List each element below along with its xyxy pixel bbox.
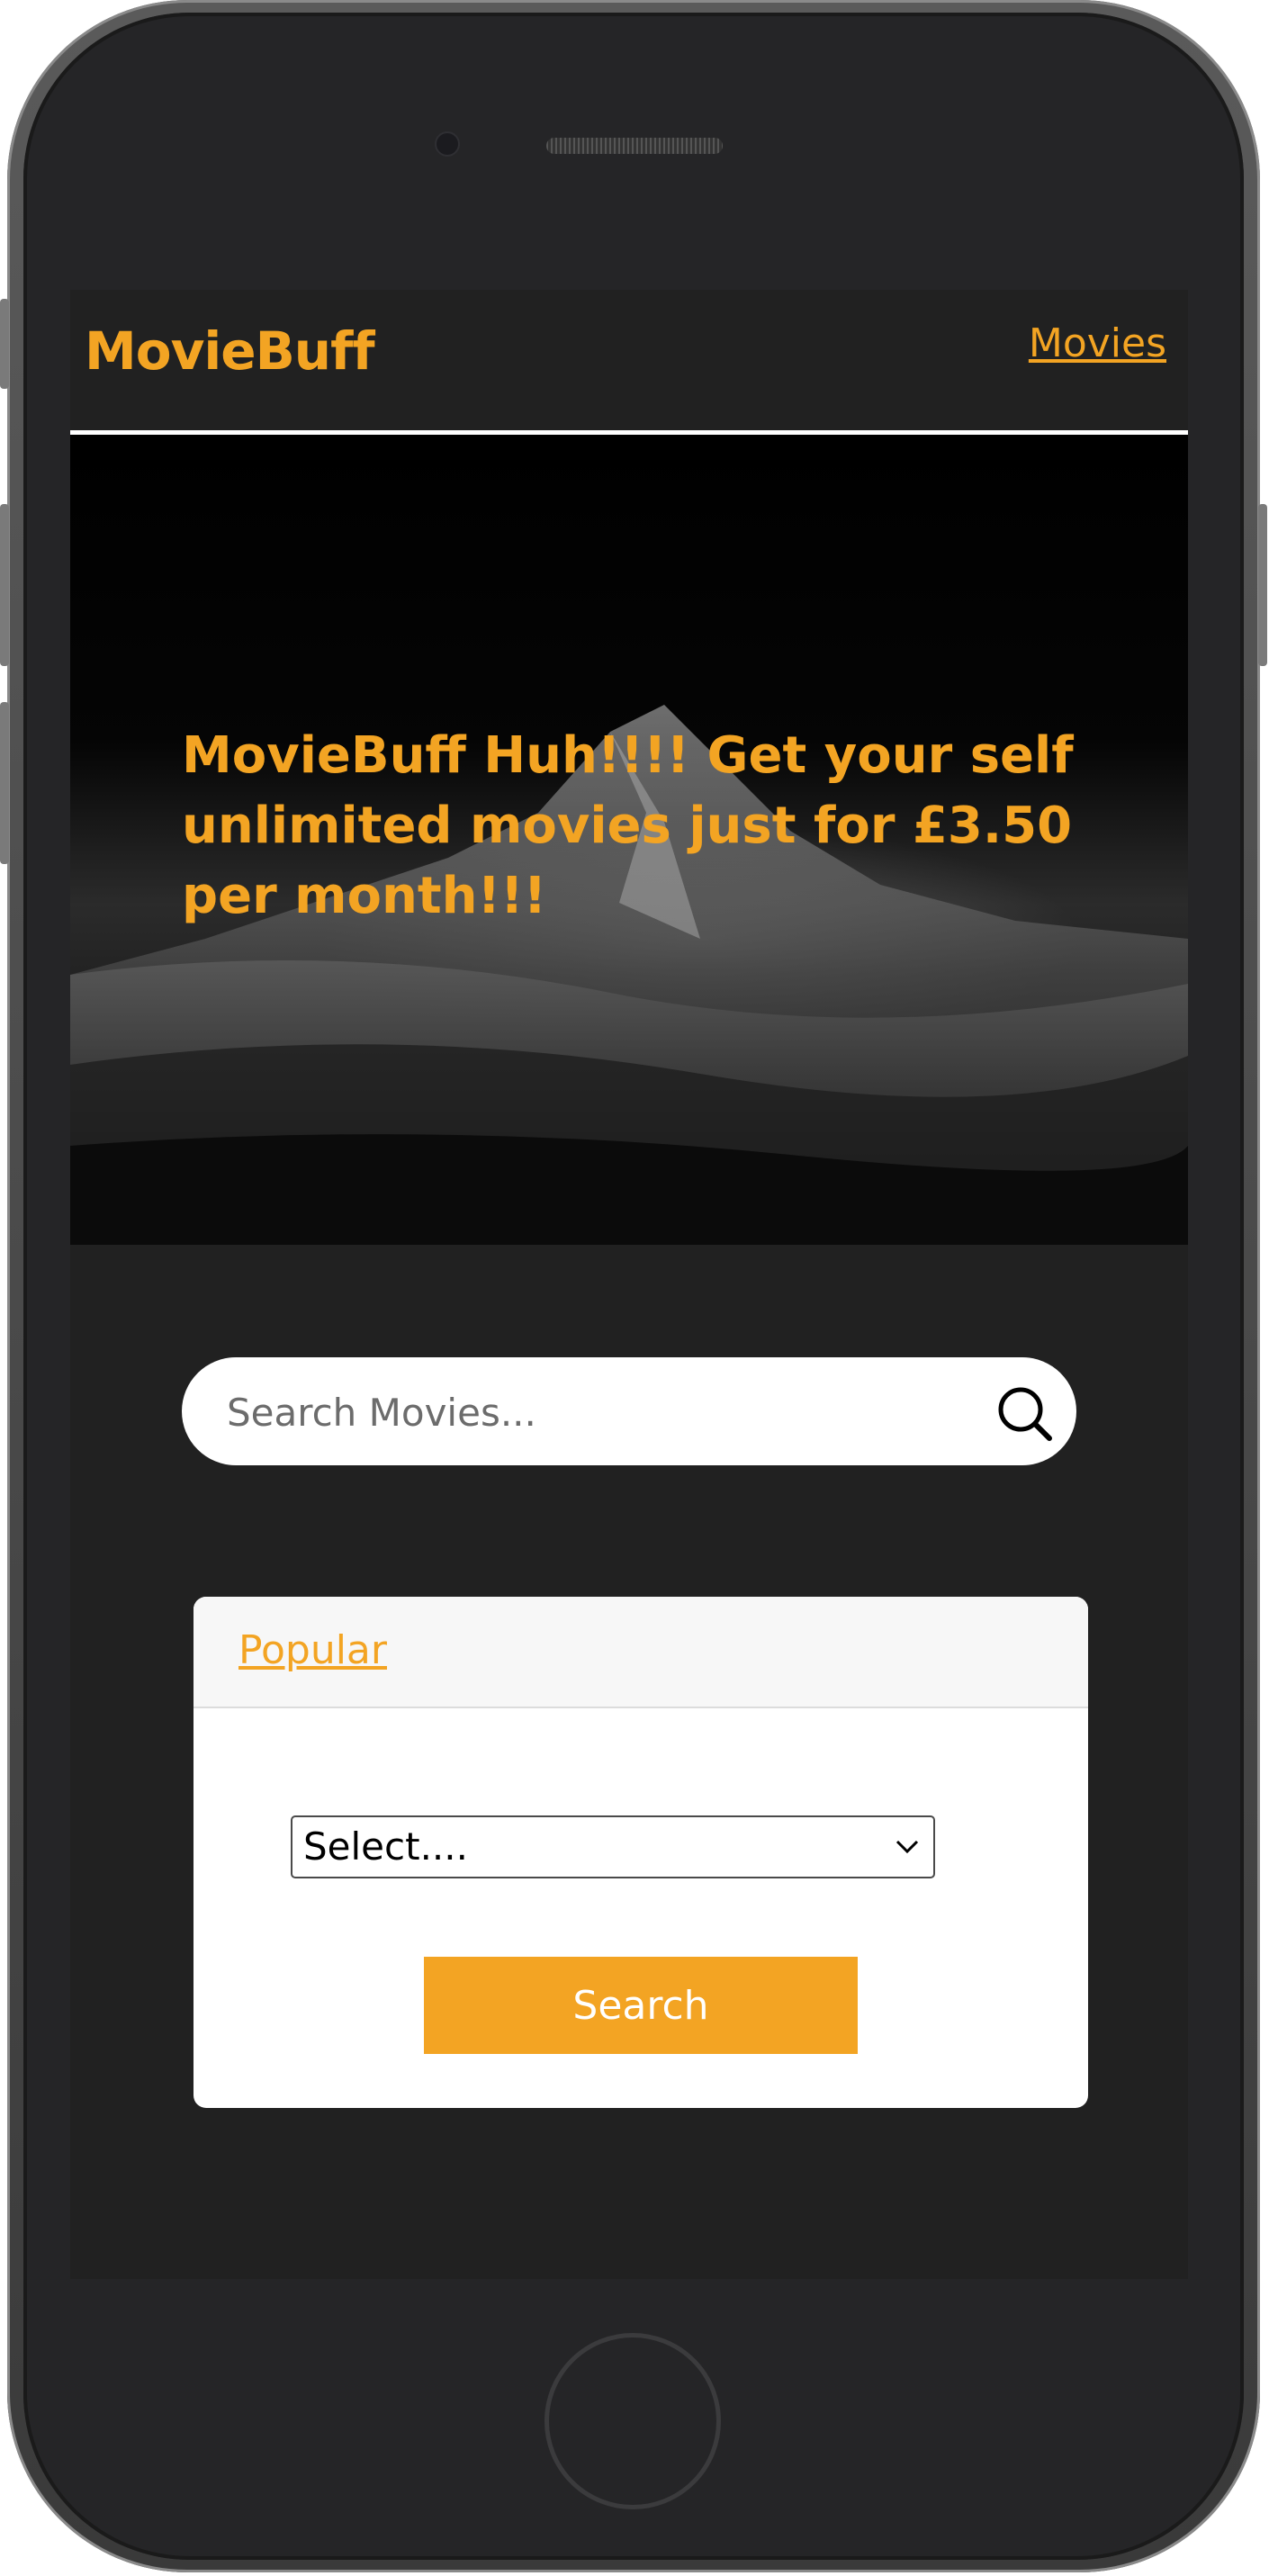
navbar: MovieBuff Movies (70, 290, 1188, 435)
select-value: Select.... (303, 1824, 468, 1869)
brand-logo[interactable]: MovieBuff (85, 320, 375, 382)
search-icon[interactable] (995, 1384, 1055, 1444)
search-button[interactable]: Search (424, 1957, 858, 2054)
tab-popular[interactable]: Popular (238, 1627, 387, 1673)
hero-headline: MovieBuff Huh!!!! Get your self unlimite… (182, 726, 1074, 925)
home-button[interactable] (544, 2333, 721, 2509)
hero-banner: MovieBuff Huh!!!! Get your self unlimite… (70, 435, 1188, 1245)
phone-power-button (1258, 504, 1267, 666)
phone-volume-up-button (0, 504, 9, 666)
camera-icon (435, 131, 460, 157)
chevron-down-icon (896, 1840, 919, 1854)
search-input[interactable] (225, 1357, 985, 1467)
phone-volume-down-button (0, 702, 9, 864)
card-header: Popular (194, 1597, 1088, 1708)
app-screen: MovieBuff Movies MovieBuff Huh!!!! Get y… (70, 290, 1188, 2279)
search-bar (182, 1357, 1076, 1467)
nav-link-movies[interactable]: Movies (1029, 320, 1166, 366)
speaker-grille (546, 138, 723, 154)
popular-card: Popular Select.... Search (194, 1597, 1088, 2108)
genre-select[interactable]: Select.... (291, 1815, 935, 1878)
phone-silent-switch (0, 299, 9, 389)
